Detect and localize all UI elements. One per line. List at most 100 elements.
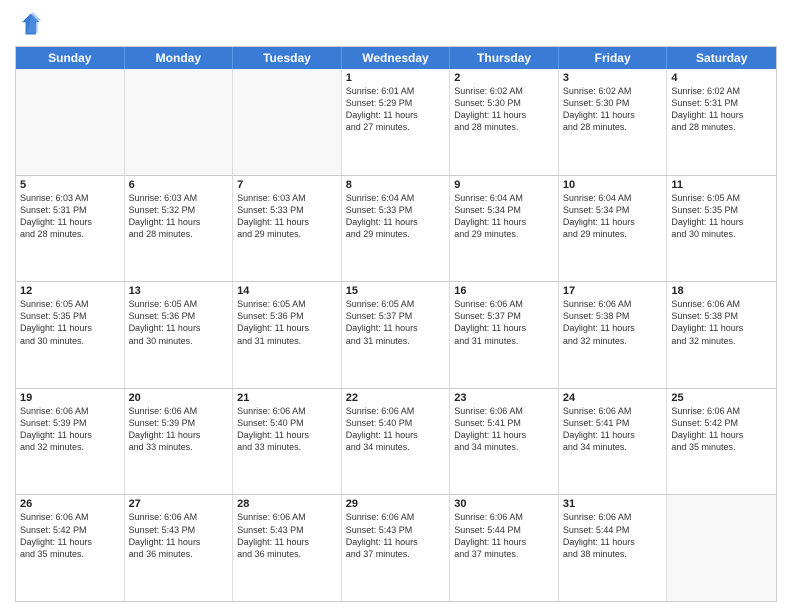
day-info: Sunrise: 6:06 AM Sunset: 5:40 PM Dayligh…	[237, 405, 337, 454]
day-info: Sunrise: 6:05 AM Sunset: 5:35 PM Dayligh…	[20, 298, 120, 347]
logo-icon	[15, 10, 43, 38]
day-cell-11: 11Sunrise: 6:05 AM Sunset: 5:35 PM Dayli…	[667, 176, 776, 282]
day-info: Sunrise: 6:05 AM Sunset: 5:36 PM Dayligh…	[237, 298, 337, 347]
day-info: Sunrise: 6:06 AM Sunset: 5:44 PM Dayligh…	[454, 511, 554, 560]
day-number: 22	[346, 392, 446, 404]
day-cell-31: 31Sunrise: 6:06 AM Sunset: 5:44 PM Dayli…	[559, 495, 668, 601]
day-cell-24: 24Sunrise: 6:06 AM Sunset: 5:41 PM Dayli…	[559, 389, 668, 495]
day-info: Sunrise: 6:06 AM Sunset: 5:39 PM Dayligh…	[129, 405, 229, 454]
day-cell-28: 28Sunrise: 6:06 AM Sunset: 5:43 PM Dayli…	[233, 495, 342, 601]
day-header-sunday: Sunday	[16, 47, 125, 69]
day-number: 1	[346, 72, 446, 84]
day-cell-18: 18Sunrise: 6:06 AM Sunset: 5:38 PM Dayli…	[667, 282, 776, 388]
logo	[15, 10, 47, 38]
day-info: Sunrise: 6:06 AM Sunset: 5:40 PM Dayligh…	[346, 405, 446, 454]
day-info: Sunrise: 6:06 AM Sunset: 5:41 PM Dayligh…	[563, 405, 663, 454]
day-cell-22: 22Sunrise: 6:06 AM Sunset: 5:40 PM Dayli…	[342, 389, 451, 495]
day-info: Sunrise: 6:06 AM Sunset: 5:43 PM Dayligh…	[129, 511, 229, 560]
day-cell-12: 12Sunrise: 6:05 AM Sunset: 5:35 PM Dayli…	[16, 282, 125, 388]
day-info: Sunrise: 6:04 AM Sunset: 5:34 PM Dayligh…	[454, 192, 554, 241]
day-number: 3	[563, 72, 663, 84]
day-info: Sunrise: 6:02 AM Sunset: 5:31 PM Dayligh…	[671, 85, 772, 134]
day-cell-4: 4Sunrise: 6:02 AM Sunset: 5:31 PM Daylig…	[667, 69, 776, 175]
day-info: Sunrise: 6:06 AM Sunset: 5:44 PM Dayligh…	[563, 511, 663, 560]
day-info: Sunrise: 6:04 AM Sunset: 5:33 PM Dayligh…	[346, 192, 446, 241]
day-cell-14: 14Sunrise: 6:05 AM Sunset: 5:36 PM Dayli…	[233, 282, 342, 388]
day-info: Sunrise: 6:06 AM Sunset: 5:38 PM Dayligh…	[563, 298, 663, 347]
day-number: 30	[454, 498, 554, 510]
day-number: 24	[563, 392, 663, 404]
day-number: 11	[671, 179, 772, 191]
day-header-saturday: Saturday	[667, 47, 776, 69]
day-number: 17	[563, 285, 663, 297]
week-row-0: 1Sunrise: 6:01 AM Sunset: 5:29 PM Daylig…	[16, 69, 776, 176]
day-cell-6: 6Sunrise: 6:03 AM Sunset: 5:32 PM Daylig…	[125, 176, 234, 282]
day-cell-3: 3Sunrise: 6:02 AM Sunset: 5:30 PM Daylig…	[559, 69, 668, 175]
day-number: 14	[237, 285, 337, 297]
day-number: 7	[237, 179, 337, 191]
day-cell-empty	[16, 69, 125, 175]
day-info: Sunrise: 6:06 AM Sunset: 5:37 PM Dayligh…	[454, 298, 554, 347]
day-number: 19	[20, 392, 120, 404]
day-info: Sunrise: 6:06 AM Sunset: 5:38 PM Dayligh…	[671, 298, 772, 347]
day-info: Sunrise: 6:06 AM Sunset: 5:43 PM Dayligh…	[237, 511, 337, 560]
day-cell-15: 15Sunrise: 6:05 AM Sunset: 5:37 PM Dayli…	[342, 282, 451, 388]
day-header-friday: Friday	[559, 47, 668, 69]
day-cell-25: 25Sunrise: 6:06 AM Sunset: 5:42 PM Dayli…	[667, 389, 776, 495]
day-cell-30: 30Sunrise: 6:06 AM Sunset: 5:44 PM Dayli…	[450, 495, 559, 601]
day-number: 12	[20, 285, 120, 297]
day-cell-21: 21Sunrise: 6:06 AM Sunset: 5:40 PM Dayli…	[233, 389, 342, 495]
day-number: 4	[671, 72, 772, 84]
day-cell-16: 16Sunrise: 6:06 AM Sunset: 5:37 PM Dayli…	[450, 282, 559, 388]
day-info: Sunrise: 6:05 AM Sunset: 5:36 PM Dayligh…	[129, 298, 229, 347]
day-cell-8: 8Sunrise: 6:04 AM Sunset: 5:33 PM Daylig…	[342, 176, 451, 282]
day-info: Sunrise: 6:03 AM Sunset: 5:32 PM Dayligh…	[129, 192, 229, 241]
day-cell-29: 29Sunrise: 6:06 AM Sunset: 5:43 PM Dayli…	[342, 495, 451, 601]
day-number: 31	[563, 498, 663, 510]
day-number: 9	[454, 179, 554, 191]
day-number: 26	[20, 498, 120, 510]
day-number: 28	[237, 498, 337, 510]
day-cell-17: 17Sunrise: 6:06 AM Sunset: 5:38 PM Dayli…	[559, 282, 668, 388]
day-number: 13	[129, 285, 229, 297]
calendar-body: 1Sunrise: 6:01 AM Sunset: 5:29 PM Daylig…	[16, 69, 776, 601]
day-number: 5	[20, 179, 120, 191]
day-cell-23: 23Sunrise: 6:06 AM Sunset: 5:41 PM Dayli…	[450, 389, 559, 495]
day-info: Sunrise: 6:01 AM Sunset: 5:29 PM Dayligh…	[346, 85, 446, 134]
day-info: Sunrise: 6:02 AM Sunset: 5:30 PM Dayligh…	[454, 85, 554, 134]
day-cell-27: 27Sunrise: 6:06 AM Sunset: 5:43 PM Dayli…	[125, 495, 234, 601]
day-info: Sunrise: 6:04 AM Sunset: 5:34 PM Dayligh…	[563, 192, 663, 241]
day-info: Sunrise: 6:05 AM Sunset: 5:37 PM Dayligh…	[346, 298, 446, 347]
day-cell-20: 20Sunrise: 6:06 AM Sunset: 5:39 PM Dayli…	[125, 389, 234, 495]
day-number: 10	[563, 179, 663, 191]
day-info: Sunrise: 6:03 AM Sunset: 5:33 PM Dayligh…	[237, 192, 337, 241]
calendar: SundayMondayTuesdayWednesdayThursdayFrid…	[15, 46, 777, 602]
page: SundayMondayTuesdayWednesdayThursdayFrid…	[0, 0, 792, 612]
week-row-4: 26Sunrise: 6:06 AM Sunset: 5:42 PM Dayli…	[16, 495, 776, 601]
day-cell-9: 9Sunrise: 6:04 AM Sunset: 5:34 PM Daylig…	[450, 176, 559, 282]
day-header-tuesday: Tuesday	[233, 47, 342, 69]
day-number: 18	[671, 285, 772, 297]
day-cell-1: 1Sunrise: 6:01 AM Sunset: 5:29 PM Daylig…	[342, 69, 451, 175]
day-number: 6	[129, 179, 229, 191]
day-info: Sunrise: 6:06 AM Sunset: 5:39 PM Dayligh…	[20, 405, 120, 454]
day-info: Sunrise: 6:06 AM Sunset: 5:41 PM Dayligh…	[454, 405, 554, 454]
day-cell-13: 13Sunrise: 6:05 AM Sunset: 5:36 PM Dayli…	[125, 282, 234, 388]
day-number: 16	[454, 285, 554, 297]
day-number: 15	[346, 285, 446, 297]
day-cell-empty	[667, 495, 776, 601]
day-number: 21	[237, 392, 337, 404]
day-number: 23	[454, 392, 554, 404]
week-row-1: 5Sunrise: 6:03 AM Sunset: 5:31 PM Daylig…	[16, 176, 776, 283]
day-info: Sunrise: 6:06 AM Sunset: 5:42 PM Dayligh…	[671, 405, 772, 454]
day-cell-10: 10Sunrise: 6:04 AM Sunset: 5:34 PM Dayli…	[559, 176, 668, 282]
day-info: Sunrise: 6:02 AM Sunset: 5:30 PM Dayligh…	[563, 85, 663, 134]
header	[15, 10, 777, 38]
day-cell-2: 2Sunrise: 6:02 AM Sunset: 5:30 PM Daylig…	[450, 69, 559, 175]
day-number: 20	[129, 392, 229, 404]
day-info: Sunrise: 6:03 AM Sunset: 5:31 PM Dayligh…	[20, 192, 120, 241]
day-header-wednesday: Wednesday	[342, 47, 451, 69]
day-number: 27	[129, 498, 229, 510]
day-cell-empty	[125, 69, 234, 175]
week-row-3: 19Sunrise: 6:06 AM Sunset: 5:39 PM Dayli…	[16, 389, 776, 496]
